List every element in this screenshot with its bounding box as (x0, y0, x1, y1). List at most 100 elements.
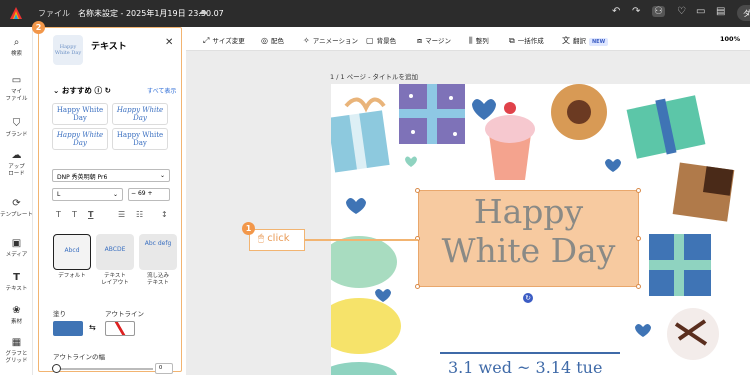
style-flow-text-card[interactable]: Abc defg (139, 234, 177, 270)
background-icon: ▢ (366, 36, 374, 45)
comment-icon[interactable]: ▭ (696, 6, 705, 17)
style-flow-text-label: 流し込み テキスト (146, 273, 169, 287)
bulk-create-icon: ⧉ (509, 36, 515, 45)
chevron-down-icon: ⌄ (112, 191, 118, 198)
outline-width-slider[interactable] (52, 364, 61, 373)
animation-icon: ✧ (303, 36, 310, 45)
outline-width-label: アウトラインの幅 (53, 353, 105, 361)
underline-text-icon[interactable]: T (88, 210, 93, 219)
rail-label: マイ ファイル (5, 89, 28, 102)
resize-handle[interactable] (636, 284, 641, 289)
fill-color-swatch[interactable] (53, 321, 83, 336)
color-scheme-tool[interactable]: ◎ 配色 (261, 35, 284, 45)
gift-illustration (626, 95, 706, 159)
text-preset-card[interactable]: Happy White Day (112, 103, 168, 125)
rail-media[interactable]: ▣ メディア (0, 238, 33, 259)
headline-line-1: Happy (473, 192, 584, 231)
redo-icon[interactable]: ↷ (632, 6, 640, 17)
outline-width-input[interactable]: 0 (155, 363, 173, 374)
rail-text[interactable]: T テキスト (0, 272, 33, 293)
resize-tool[interactable]: ⤢ サイズ変更 (203, 35, 245, 46)
heart-icon (472, 99, 496, 120)
date-text[interactable]: 3.1 wed ~ 3.14 tue (448, 358, 602, 375)
resize-icon: ⤢ (203, 36, 210, 45)
click-callout: 🖱 click (249, 229, 305, 251)
line-spacing-icon[interactable]: ↕ (161, 210, 168, 219)
cupcake-illustration (485, 102, 535, 180)
rail-templates[interactable]: ⟳ テンプレート (0, 198, 33, 219)
chart-icon: ▦ (11, 337, 22, 348)
style-default-card[interactable]: Abcd (53, 234, 91, 270)
list-icon[interactable]: ☷ (136, 210, 143, 219)
translate-tool[interactable]: 文翻訳 NEW (562, 35, 609, 46)
resize-handle[interactable] (415, 284, 420, 289)
rail-charts[interactable]: ▦ グラフと グリッド (0, 337, 33, 364)
present-icon[interactable]: ▤ (716, 6, 725, 17)
editor-toolbar: ⤢ サイズ変更 ◎ 配色 ✧ アニメーション ▢ 背景色 ⧈ マージン ⫼ 整列 ⧉ 一括作成… (186, 27, 750, 51)
search-icon: ⌕ (13, 37, 20, 48)
increase-size-button[interactable]: + (148, 190, 153, 197)
rail-my-files[interactable]: ▭ マイ ファイル (0, 75, 33, 102)
chevron-down-icon: ⌄ (159, 172, 165, 179)
panel-title: テキスト (91, 42, 127, 52)
text-preset-card[interactable]: Happy White Day (112, 128, 168, 150)
font-size-stepper[interactable]: − 69 + (128, 188, 170, 201)
macaron-illustration (331, 362, 397, 375)
margin-tool[interactable]: ⧈ マージン (417, 35, 451, 46)
rail-brand[interactable]: ⛉ ブランド (0, 118, 33, 139)
style-default-label: デフォルト (58, 273, 86, 279)
rotate-handle-icon[interactable]: ↻ (523, 293, 533, 303)
callout-leader-line (305, 239, 418, 241)
close-icon[interactable]: ✕ (165, 37, 173, 48)
recommended-label: おすすめ (61, 86, 92, 95)
bulk-create-tool[interactable]: ⧉ 一括作成 (509, 35, 544, 46)
font-family-select[interactable]: DNP 秀英明朝 Pr6 ⌄ (52, 169, 170, 182)
align-center-icon[interactable]: ☰ (118, 210, 125, 219)
style-text-layout-card[interactable]: ABCDE (96, 234, 134, 270)
style-text-layout-label: テキスト レイアウト (101, 273, 129, 287)
rail-upload[interactable]: ☁ アップ ロード (0, 150, 33, 177)
animation-tool[interactable]: ✧ アニメーション (303, 35, 358, 45)
rail-elements[interactable]: ❀ 素材 (0, 305, 33, 326)
text-panel: Happy White Day テキスト ✕ ⌄ おすすめ ⓘ ↻ すべて表示 … (38, 27, 182, 374)
headline-line-2: White Day (441, 231, 616, 270)
fill-label: 塗り (53, 310, 66, 318)
brand-icon: ⛉ (12, 118, 21, 129)
zoom-select[interactable]: 100% (720, 35, 740, 43)
panel-thumbnail: Happy White Day (53, 35, 83, 65)
swap-colors-icon[interactable]: ⇆ (89, 323, 96, 332)
share-button[interactable]: ダ (737, 5, 750, 21)
decrease-size-button[interactable]: − (131, 190, 136, 197)
text-preset-card[interactable]: Happy White Day (52, 128, 108, 150)
resize-handle[interactable] (415, 188, 420, 193)
rail-label: アップ ロード (8, 164, 25, 177)
see-all-link[interactable]: すべて表示 (147, 86, 176, 95)
gift-illustration (331, 97, 390, 173)
outline-label: アウトライン (105, 310, 144, 318)
rail-search[interactable]: ⌕ 検索 (0, 37, 33, 58)
undo-icon[interactable]: ↶ (612, 6, 620, 17)
app-logo-icon[interactable] (10, 7, 22, 19)
file-menu[interactable]: ファイル (38, 8, 70, 19)
folder-icon: ▭ (11, 75, 22, 86)
align-icon: ⫼ (469, 36, 473, 45)
outline-color-swatch[interactable] (105, 321, 135, 336)
page-title-label[interactable]: 1 / 1 ページ - タイトルを追加 (330, 71, 418, 81)
refresh-icon[interactable]: ↻ (105, 86, 111, 95)
italic-text-icon[interactable]: T (56, 210, 61, 219)
align-tool[interactable]: ⫼ 整列 (469, 35, 489, 46)
lightbulb-icon[interactable]: ♡ (677, 6, 686, 17)
info-icon[interactable]: ⓘ (95, 86, 103, 95)
recommended-section-toggle[interactable]: ⌄ おすすめ ⓘ ↻ (53, 85, 111, 96)
resize-handle[interactable] (636, 236, 641, 241)
text-preset-card[interactable]: Happy White Day (52, 103, 108, 125)
template-icon: ⟳ (12, 198, 21, 209)
background-color-tool[interactable]: ▢ 背景色 (366, 35, 396, 45)
add-user-icon[interactable]: ⚇ (652, 6, 665, 17)
resize-handle[interactable] (636, 188, 641, 193)
headline-text[interactable]: Happy White Day (418, 192, 639, 270)
font-weight-select[interactable]: L ⌄ (52, 188, 123, 201)
top-bar: ファイル 名称未設定 - 2025年1月19日 23.50.07 ☁ ↶ ↷ ⚇… (0, 0, 750, 27)
outline-text-icon[interactable]: T (72, 210, 77, 219)
heart-icon (375, 289, 391, 302)
